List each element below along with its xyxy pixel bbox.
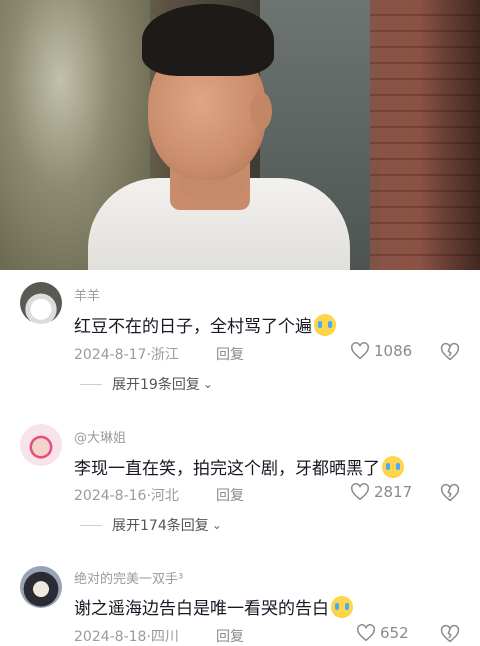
expand-replies-label: 展开19条回复 — [112, 377, 200, 393]
comment-username[interactable]: 绝对的完美一双手³ — [74, 568, 183, 587]
like-count: 1086 — [374, 342, 413, 360]
comment-text-content: 红豆不在的日子，全村骂了个遍 — [74, 317, 312, 337]
reply-button[interactable]: 回复 — [216, 626, 244, 646]
video-person-hair — [142, 4, 274, 76]
comment-text: 红豆不在的日子，全村骂了个遍 — [74, 312, 336, 337]
like-count: 2817 — [374, 483, 413, 501]
avatar[interactable] — [20, 566, 62, 608]
comment-date: 2024-8-17 — [74, 347, 147, 363]
expand-replies-label: 展开174条回复 — [112, 518, 209, 534]
heart-icon — [357, 624, 375, 642]
like-button[interactable]: 1086 — [350, 342, 412, 360]
comment-item: 绝对的完美一双手³ 谢之遥海边告白是唯一看哭的告白 2024-8-18·四川 回… — [0, 552, 480, 646]
avatar[interactable] — [20, 424, 62, 466]
comment-text: 李现一直在笑，拍完这个剧，牙都晒黑了 — [74, 454, 404, 479]
divider — [80, 383, 102, 385]
reply-button[interactable]: 回复 — [216, 344, 244, 364]
comment-meta: 2024-8-18·四川 — [74, 629, 179, 645]
like-button[interactable]: 2817 — [350, 483, 412, 501]
video-shade — [420, 0, 480, 270]
like-button[interactable]: 652 — [356, 624, 409, 642]
comment-item: 羊羊 红豆不在的日子，全村骂了个遍 2024-8-17·浙江 回复 1086 展… — [0, 270, 480, 398]
avatar[interactable] — [20, 282, 62, 324]
comment-username[interactable]: @大琳姐 — [74, 427, 126, 446]
comment-text-content: 李现一直在笑，拍完这个剧，牙都晒黑了 — [74, 459, 380, 479]
comment-date: 2024-8-16 — [74, 488, 147, 504]
expand-replies-button[interactable]: 展开174条回复 ⌄ — [80, 515, 222, 535]
chevron-down-icon: ⌄ — [202, 377, 213, 391]
expand-replies-button[interactable]: 展开19条回复 ⌄ — [80, 374, 213, 394]
crying-face-emoji-icon — [314, 314, 336, 336]
like-count: 652 — [380, 624, 409, 642]
broken-heart-icon[interactable] — [440, 483, 460, 503]
laughing-crying-emoji-icon — [382, 456, 404, 478]
comment-item: @大琳姐 李现一直在笑，拍完这个剧，牙都晒黑了 2024-8-16·河北 回复 … — [0, 410, 480, 538]
broken-heart-icon[interactable] — [440, 624, 460, 644]
heart-icon — [351, 342, 369, 360]
comment-meta: 2024-8-17·浙江 — [74, 347, 179, 363]
broken-heart-icon[interactable] — [440, 342, 460, 362]
comment-meta: 2024-8-16·河北 — [74, 488, 179, 504]
chevron-down-icon: ⌄ — [211, 518, 222, 532]
comment-location: 河北 — [150, 488, 179, 504]
reply-button[interactable]: 回复 — [216, 485, 244, 505]
heart-icon — [351, 483, 369, 501]
comment-location: 四川 — [150, 629, 179, 645]
divider — [80, 524, 102, 526]
comment-username[interactable]: 羊羊 — [74, 285, 100, 304]
comment-text: 谢之遥海边告白是唯一看哭的告白 — [74, 594, 353, 619]
video-frame[interactable] — [0, 0, 480, 270]
comment-date: 2024-8-18 — [74, 629, 147, 645]
video-person-ear — [250, 92, 272, 130]
crying-face-emoji-icon — [331, 596, 353, 618]
comment-location: 浙江 — [150, 347, 179, 363]
comment-text-content: 谢之遥海边告白是唯一看哭的告白 — [74, 599, 329, 619]
